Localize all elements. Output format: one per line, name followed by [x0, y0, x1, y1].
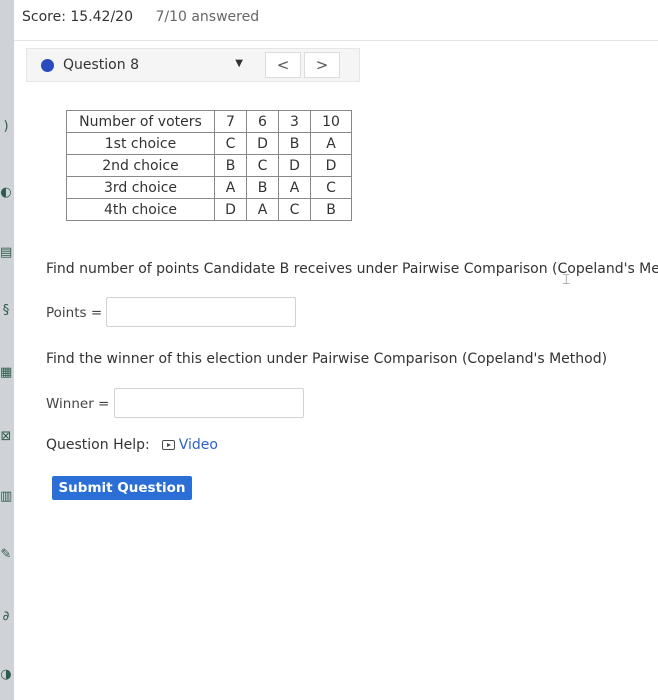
table-cell: B — [246, 176, 279, 199]
table-row: Number of voters 7 6 3 10 — [66, 110, 352, 133]
status-dot-icon — [41, 58, 54, 72]
rank-label: 1st choice — [66, 132, 215, 155]
table-cell: D — [310, 154, 352, 177]
voters-header: Number of voters — [66, 110, 215, 133]
rank-label: 4th choice — [66, 198, 215, 221]
points-label: Points = — [46, 305, 103, 321]
table-cell: C — [278, 198, 311, 221]
next-question-button[interactable]: > — [304, 52, 340, 78]
edge-icon: ◑ — [0, 667, 12, 682]
video-link-label: Video — [178, 437, 218, 453]
question-help-label: Question Help: — [46, 437, 150, 453]
voter-count: 6 — [246, 110, 279, 133]
edge-icon: ▥ — [0, 489, 13, 504]
video-link[interactable]: Video — [161, 437, 218, 453]
edge-icon: ∂ — [2, 609, 10, 624]
table-cell: C — [310, 176, 352, 199]
table-cell: C — [246, 154, 279, 177]
edge-icon: ◐ — [0, 185, 12, 200]
winner-input[interactable] — [114, 388, 304, 418]
table-cell: C — [214, 132, 247, 155]
table-row: 4th choice D A C B — [66, 198, 352, 221]
table-row: 3rd choice A B A C — [66, 176, 352, 199]
score-text: Score: 15.42/20 — [22, 9, 133, 25]
edge-icon: ▦ — [0, 365, 13, 380]
points-input[interactable] — [106, 297, 296, 327]
caret-down-icon: ▼ — [235, 58, 243, 69]
voter-count: 10 — [310, 110, 352, 133]
table-row: 1st choice C D B A — [66, 132, 352, 155]
voter-count: 7 — [214, 110, 247, 133]
question-page: Score: 15.42/20 7/10 answered Question 8… — [14, 0, 658, 700]
edge-icon: ⊠ — [0, 429, 12, 444]
submit-question-button[interactable]: Submit Question — [52, 476, 192, 500]
winner-label: Winner = — [46, 396, 110, 412]
table-cell: A — [278, 176, 311, 199]
preference-table: Number of voters 7 6 3 10 1st choice C D… — [66, 110, 352, 221]
table-cell: D — [214, 198, 247, 221]
table-cell: B — [214, 154, 247, 177]
rank-label: 3rd choice — [66, 176, 215, 199]
edge-icon: § — [2, 303, 10, 318]
table-cell: B — [278, 132, 311, 155]
table-cell: A — [246, 198, 279, 221]
table-cell: D — [246, 132, 279, 155]
score-bar: Score: 15.42/20 7/10 answered — [22, 9, 259, 25]
video-icon — [161, 440, 175, 450]
table-cell: B — [310, 198, 352, 221]
winner-question-prompt: Find the winner of this election under P… — [46, 351, 608, 367]
prev-question-button[interactable]: < — [265, 52, 301, 78]
edge-icon: ✎ — [0, 547, 12, 562]
table-cell: A — [214, 176, 247, 199]
question-help: Question Help: Video — [46, 437, 218, 453]
divider — [14, 40, 658, 41]
edge-icon: ▤ — [0, 245, 13, 260]
text-cursor-icon: ⌶ — [562, 272, 571, 288]
table-cell: A — [310, 132, 352, 155]
voter-count: 3 — [278, 110, 311, 133]
table-cell: D — [278, 154, 311, 177]
answered-count: 7/10 answered — [155, 9, 260, 25]
question-nav: Question 8 ▼ < > — [26, 48, 360, 82]
question-select[interactable]: Question 8 ▼ — [27, 49, 249, 81]
left-edge-strip: ) ◐ ▤ § ▦ ⊠ ▥ ✎ ∂ ◑ — [0, 0, 14, 700]
question-select-label: Question 8 — [63, 57, 139, 73]
table-row: 2nd choice B C D D — [66, 154, 352, 177]
rank-label: 2nd choice — [66, 154, 215, 177]
edge-icon: ) — [3, 119, 9, 134]
